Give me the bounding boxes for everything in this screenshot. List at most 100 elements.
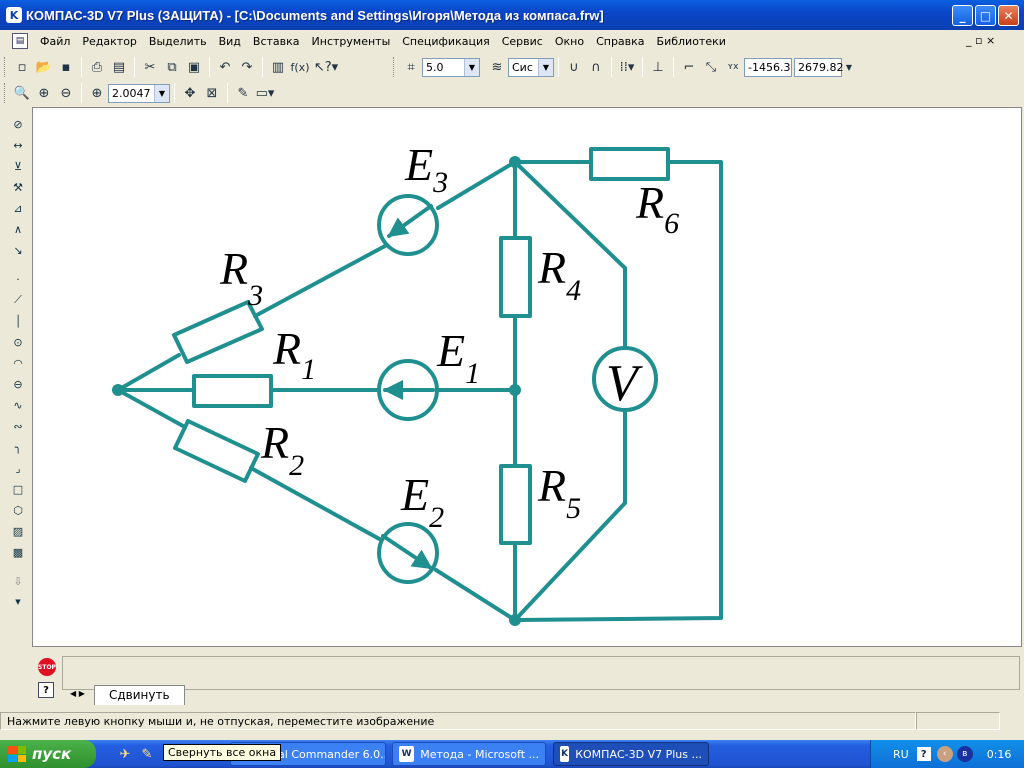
zoom-in-icon[interactable]: ⊕ [33, 82, 55, 104]
maximize-button[interactable]: □ [975, 5, 996, 26]
menu-window[interactable]: Окно [549, 35, 590, 48]
open-folder-icon[interactable]: 📂 [33, 56, 55, 78]
fx-button[interactable]: f(x) [289, 56, 311, 78]
grid-icon[interactable]: ⁞⁞▾ [616, 56, 638, 78]
measurements-icon[interactable]: ∧ [9, 219, 27, 239]
paste-icon[interactable]: ▣ [183, 56, 205, 78]
cut-icon[interactable]: ✂ [139, 56, 161, 78]
bluetooth-icon[interactable]: ʙ [956, 746, 973, 762]
menu-tools[interactable]: Инструменты [306, 35, 397, 48]
fill-icon[interactable]: ▩ [9, 542, 27, 562]
grid-step-icon[interactable]: ⌗ [400, 56, 422, 78]
command-properties-field[interactable] [62, 656, 1020, 690]
layer-combo[interactable]: Сис ▼ [508, 57, 554, 77]
ortho-icon[interactable]: ⊥ [647, 56, 669, 78]
menu-help[interactable]: Справка [590, 35, 650, 48]
arc-icon[interactable]: ◠ [9, 353, 27, 373]
minimize-button[interactable]: _ [952, 5, 973, 26]
display-mode-icon[interactable]: ▭▾ [254, 82, 276, 104]
show-all-icon[interactable]: ⊠ [201, 82, 223, 104]
print-preview-icon[interactable]: ▤ [108, 56, 130, 78]
drawing-canvas[interactable]: E3 R6 R4 R3 R1 E1 V R2 R5 E2 [32, 107, 1022, 647]
start-button[interactable]: пуск [0, 740, 96, 768]
selection-icon[interactable]: ↘ [9, 240, 27, 260]
menu-view[interactable]: Вид [213, 35, 247, 48]
redo-icon[interactable]: ↷ [236, 56, 258, 78]
zoom-combo[interactable]: 2.0047 ▼ [108, 83, 170, 103]
context-help-icon[interactable]: ↖?▾ [311, 56, 341, 78]
collect-contour-icon[interactable]: ⇩ [9, 571, 27, 591]
menu-libraries[interactable]: Библиотеки [651, 35, 732, 48]
label-r6: R6 [635, 177, 679, 240]
move-coords-icon[interactable]: ⤡ [700, 56, 722, 78]
nurbs-icon[interactable]: ∿ [9, 395, 27, 415]
tray-arrow-icon[interactable]: ‹ [936, 746, 953, 762]
menu-service[interactable]: Сервис [496, 35, 549, 48]
task-word[interactable]: W Метода - Microsoft ... [392, 742, 546, 766]
layer-value: Сис [512, 60, 533, 74]
pan-icon[interactable]: ✥ [179, 82, 201, 104]
auxiliary-line-icon[interactable]: ⟋ [9, 290, 27, 310]
tab-nav-arrows[interactable]: ◀ ▶ [70, 689, 85, 698]
new-document-icon[interactable]: ▫ [11, 56, 33, 78]
toolbar-grip[interactable] [4, 57, 7, 77]
chamfer-icon[interactable]: ⌟ [9, 458, 27, 478]
ellipse-icon[interactable]: ⊖ [9, 374, 27, 394]
toolbar-grip[interactable] [393, 57, 396, 77]
menu-file[interactable]: Файл [34, 35, 76, 48]
manager-icon[interactable]: ▥ [267, 56, 289, 78]
close-button[interactable]: ✕ [998, 5, 1019, 26]
title-bar[interactable]: K КОМПАС-3D V7 Plus (ЗАЩИТА) - [C:\Docum… [0, 0, 1024, 30]
round-icon[interactable]: ⌐ [678, 56, 700, 78]
rectangle-icon[interactable]: □ [9, 479, 27, 499]
parametrization-icon[interactable]: ⊿ [9, 198, 27, 218]
menu-specification[interactable]: Спецификация [396, 35, 495, 48]
undo-icon[interactable]: ↶ [214, 56, 236, 78]
point-icon[interactable]: · [9, 269, 27, 289]
chevron-down-icon[interactable]: ▼ [9, 592, 27, 612]
chevron-down-icon[interactable]: ▼ [538, 58, 553, 76]
fillet-icon[interactable]: ╮ [9, 437, 27, 457]
save-icon[interactable]: ▪ [55, 56, 77, 78]
help-icon[interactable]: ? [38, 682, 54, 698]
designations-icon[interactable]: ⊻ [9, 156, 27, 176]
local-snap-icon[interactable]: ∩ [585, 56, 607, 78]
zoom-scale-icon[interactable]: ⊕ [86, 82, 108, 104]
circle-icon[interactable]: ⊙ [9, 332, 27, 352]
coord-y-field[interactable]: 2679.82 [794, 57, 844, 77]
zoom-out-icon[interactable]: ⊖ [55, 82, 77, 104]
layer-icon[interactable]: ≋ [486, 56, 508, 78]
step-combo[interactable]: 5.0 ▼ [422, 57, 480, 77]
zoom-window-icon[interactable]: 🔍 [11, 82, 33, 104]
task-kompas[interactable]: K КОМПАС-3D V7 Plus ... [553, 742, 709, 766]
toolbar-grip[interactable] [4, 83, 7, 103]
print-icon[interactable]: ⎙ [86, 56, 108, 78]
chevron-down-icon[interactable]: ▼ [844, 56, 854, 78]
chevron-down-icon[interactable]: ▼ [154, 84, 169, 102]
language-indicator[interactable]: RU [893, 748, 909, 761]
dimensions-icon[interactable]: ↔ [9, 135, 27, 155]
document-icon[interactable]: ▤ [12, 33, 28, 49]
hatch-icon[interactable]: ▨ [9, 521, 27, 541]
mdi-controls[interactable]: _ ▫ × [966, 34, 995, 47]
quicklaunch-app-icon[interactable]: ✈ [116, 745, 134, 763]
stop-icon[interactable]: STOP [38, 658, 56, 676]
help-tray-icon[interactable]: ? [916, 747, 931, 761]
kompas-app-icon[interactable]: K [6, 7, 22, 23]
quicklaunch-pencil-icon[interactable]: ✎ [138, 745, 156, 763]
menu-select[interactable]: Выделить [143, 35, 213, 48]
copy-icon[interactable]: ⧉ [161, 56, 183, 78]
polygon-icon[interactable]: ⬡ [9, 500, 27, 520]
segment-icon[interactable]: │ [9, 311, 27, 331]
chevron-down-icon[interactable]: ▼ [464, 58, 479, 76]
redraw-brush-icon[interactable]: ✎ [232, 82, 254, 104]
source-e3 [377, 194, 439, 256]
menu-insert[interactable]: Вставка [247, 35, 306, 48]
snap-magnet-icon[interactable]: ∪ [563, 56, 585, 78]
coord-x-field[interactable]: -1456.3 [744, 57, 792, 77]
geometry-icon[interactable]: ⊘ [9, 114, 27, 134]
menu-editor[interactable]: Редактор [76, 35, 143, 48]
spline-icon[interactable]: ∾ [9, 416, 27, 436]
editing-icon[interactable]: ⚒ [9, 177, 27, 197]
tab-pan[interactable]: Сдвинуть [94, 685, 185, 705]
